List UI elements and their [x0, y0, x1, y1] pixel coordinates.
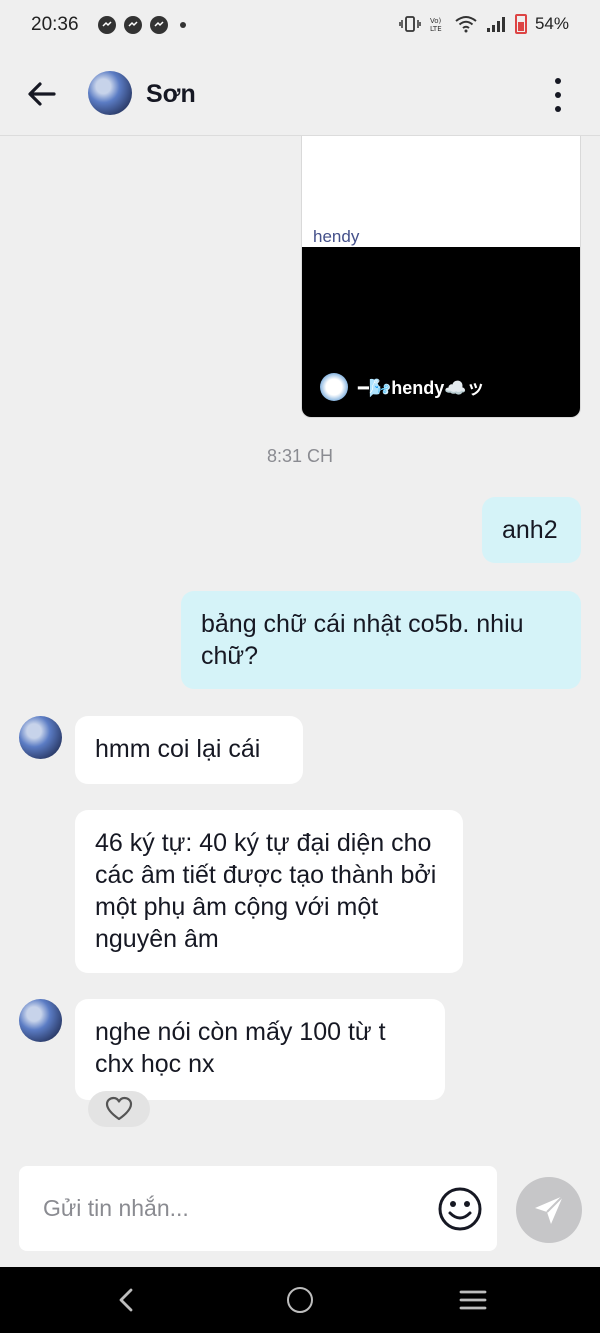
messenger-icon — [98, 16, 116, 34]
messenger-icon — [150, 16, 168, 34]
nav-home-icon[interactable] — [287, 1287, 313, 1313]
system-icons: Vo) LTE 54% — [399, 14, 569, 34]
author-name: ━🌬️hendy☁️ッ — [358, 378, 485, 398]
sent-message-bubble[interactable]: anh2 — [482, 497, 581, 563]
svg-text:LTE: LTE — [430, 25, 442, 33]
contact-avatar[interactable] — [19, 999, 62, 1042]
messenger-icon — [124, 16, 142, 34]
battery-percent: 54% — [534, 14, 569, 33]
send-icon — [535, 1195, 564, 1224]
more-options-icon[interactable] — [546, 78, 570, 112]
signal-icon — [486, 17, 505, 32]
video-author: ━🌬️hendy☁️ッ — [320, 373, 485, 401]
message-input[interactable] — [43, 1188, 423, 1228]
back-arrow-icon[interactable] — [24, 76, 60, 112]
vibrate-icon — [399, 16, 421, 32]
contact-avatar[interactable] — [88, 71, 132, 115]
received-message-bubble[interactable]: nghe nói còn mấy 100 từ t chx học nx — [75, 999, 445, 1100]
received-message-bubble[interactable]: hmm coi lại cái — [75, 716, 303, 784]
notification-icons — [98, 16, 186, 34]
send-button[interactable] — [516, 1177, 582, 1243]
volte-icon: Vo)LTE — [430, 17, 442, 33]
nav-back-icon[interactable] — [112, 1285, 142, 1315]
contact-avatar[interactable] — [19, 716, 62, 759]
author-avatar — [320, 373, 348, 401]
sent-message-bubble[interactable]: bảng chữ cái nhật co5b. nhiu chữ? — [181, 591, 581, 689]
emoji-icon[interactable] — [437, 1186, 483, 1232]
clock: 20:36 — [31, 14, 79, 35]
received-message-bubble[interactable]: 46 ký tự: 40 ký tự đại diện cho các âm t… — [75, 810, 463, 973]
svg-text:Vo): Vo) — [430, 17, 442, 25]
heart-icon — [105, 1096, 133, 1121]
chat-header: Sơn — [0, 52, 600, 136]
like-reaction-button[interactable] — [88, 1091, 150, 1127]
contact-name[interactable]: Sơn — [146, 80, 196, 109]
shared-video-card[interactable]: hendy ━🌬️hendy☁️ッ — [301, 136, 581, 418]
battery-icon — [514, 14, 527, 34]
message-timestamp: 8:31 CH — [266, 446, 334, 466]
video-caption-area: hendy — [302, 136, 580, 247]
system-navigation-bar — [0, 1267, 600, 1333]
more-notifications-dot — [180, 22, 186, 28]
status-bar: 20:36 Vo) LTE 54% — [0, 0, 600, 52]
nav-recent-apps-icon[interactable] — [459, 1287, 487, 1313]
message-composer — [19, 1166, 497, 1251]
video-caption: hendy — [313, 227, 360, 246]
video-thumbnail[interactable]: ━🌬️hendy☁️ッ — [302, 247, 580, 417]
wifi-icon — [455, 16, 477, 33]
